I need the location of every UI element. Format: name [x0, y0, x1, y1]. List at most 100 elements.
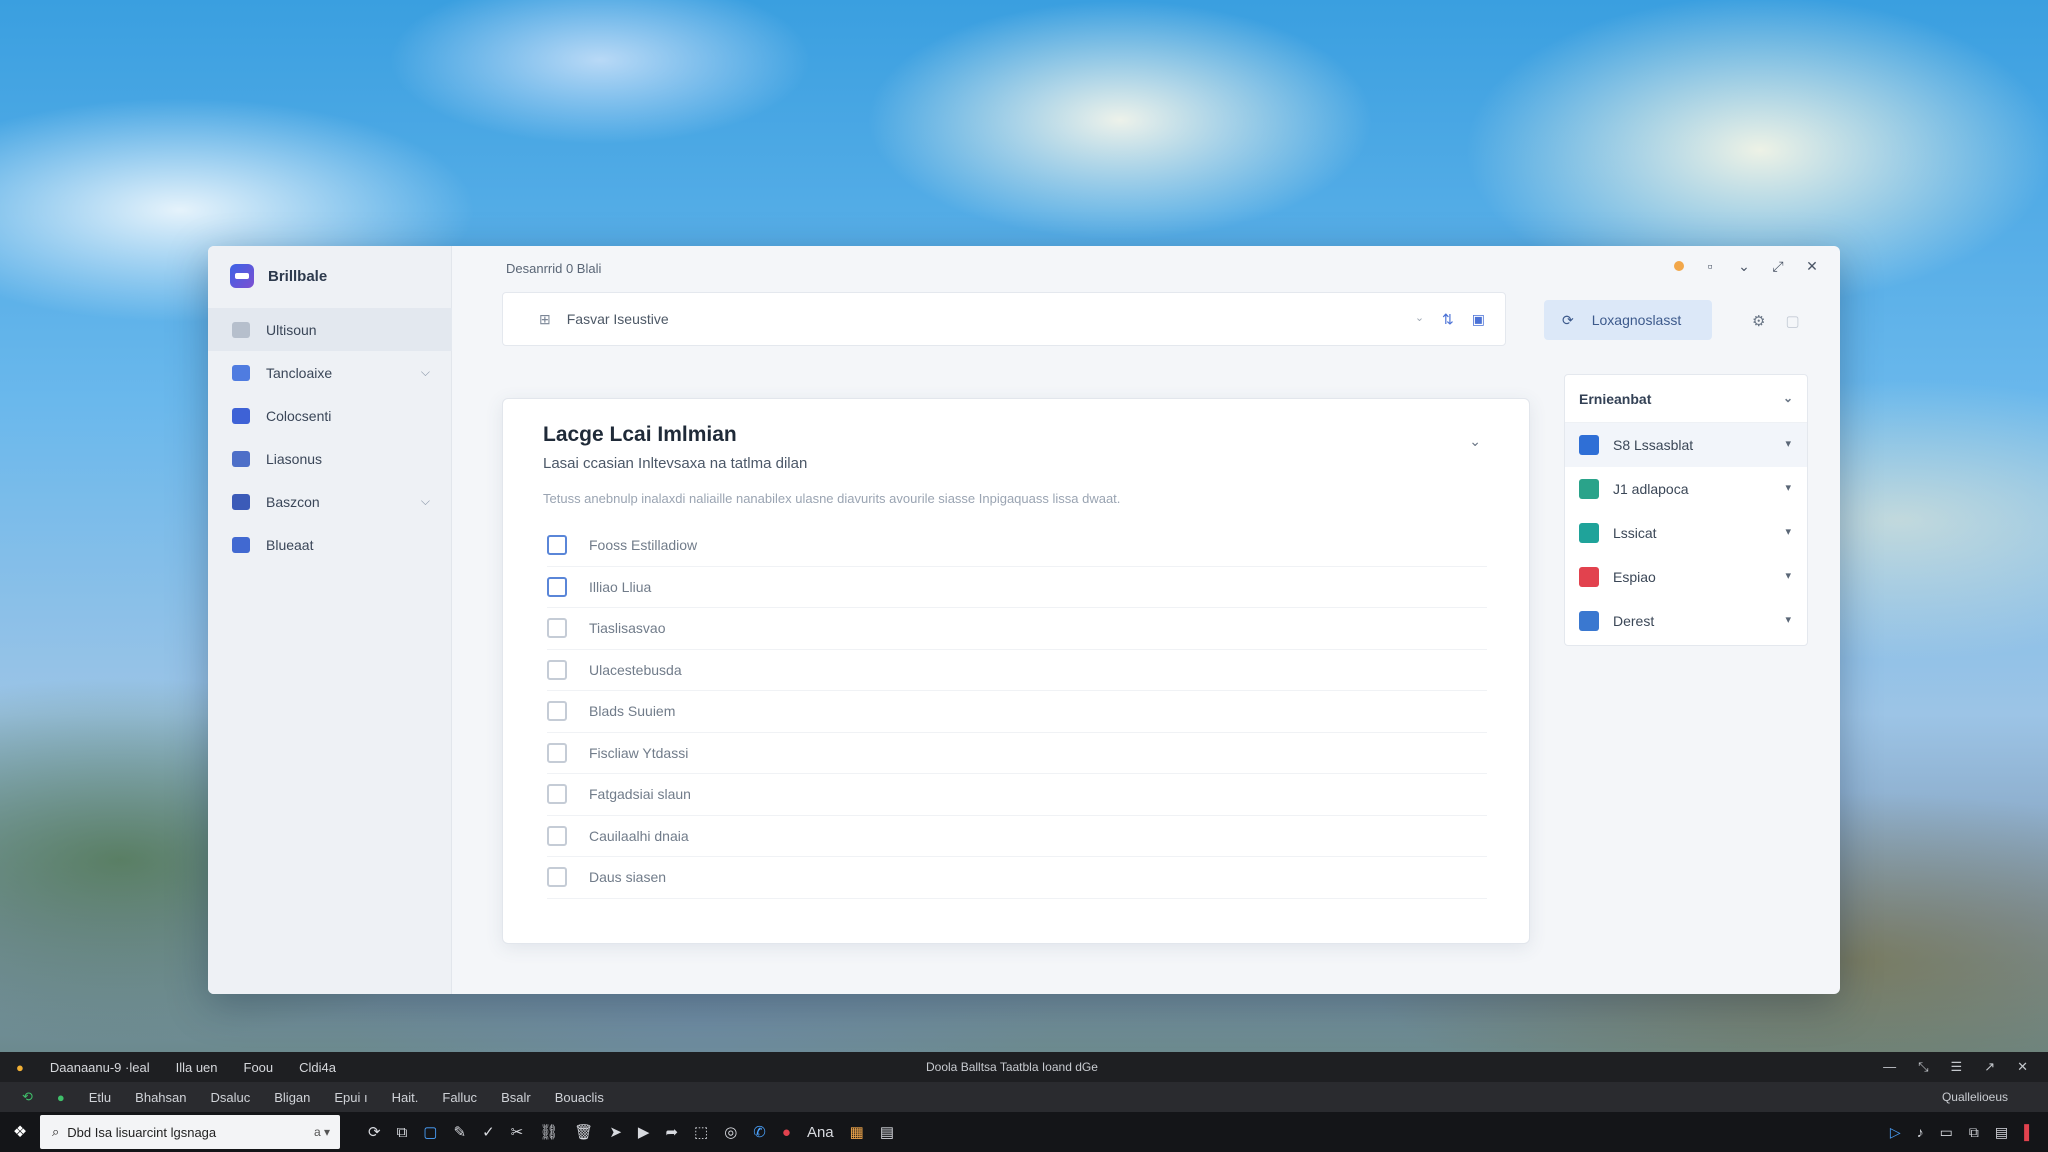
panel-item[interactable]: S8 Lssasblat ▾ — [1565, 423, 1807, 467]
window-icon[interactable]: ⧉ — [1969, 1124, 1979, 1141]
refresh-icon[interactable]: ⟳ — [368, 1123, 381, 1141]
arrow-icon[interactable]: ➦ — [665, 1123, 678, 1141]
checkbox[interactable] — [547, 701, 567, 722]
checkbox[interactable] — [547, 825, 567, 846]
sidebar-item[interactable]: Baszcon ⌵ — [208, 480, 452, 523]
check-icon[interactable]: ✓ — [482, 1123, 495, 1141]
toolbar-status[interactable]: Quallelioeus — [1942, 1090, 2008, 1104]
panel-header[interactable]: Ernieanbat ⌄ — [1565, 375, 1807, 423]
start-icon[interactable]: ❖ — [0, 1112, 40, 1152]
checkbox[interactable] — [547, 535, 567, 556]
sort-icon[interactable]: ⇅ — [1442, 311, 1454, 328]
chevron-down-icon[interactable]: ⌵ — [421, 365, 430, 380]
volume-icon[interactable]: ♪ — [1917, 1124, 1924, 1140]
bookmark-icon — [1579, 435, 1599, 455]
toolbar-menu-item[interactable]: Bligan — [274, 1090, 310, 1105]
menu-item-tools[interactable]: Foou — [244, 1060, 274, 1075]
settings-icon[interactable]: ⚙ — [1752, 312, 1765, 330]
sidebar-item-label: Baszcon — [266, 493, 320, 510]
chevron-down-icon[interactable]: ⌄ — [1415, 311, 1424, 328]
list-item: Fatgadsiai slaun — [547, 774, 1487, 816]
chevron-down-icon: ⌄ — [1782, 391, 1793, 405]
play-icon[interactable]: ▷ — [1890, 1124, 1901, 1141]
record-icon[interactable]: ● — [782, 1124, 791, 1141]
checklist-card: Lacge Lcai Imlmian Lasai ccasian Inltevs… — [502, 398, 1530, 944]
link-icon[interactable]: ⛓ — [539, 1123, 558, 1141]
panel-item-label: Derest — [1613, 613, 1655, 629]
resize-icon[interactable]: ⤡ — [1918, 1059, 1928, 1075]
app-icon[interactable]: ● — [16, 1060, 24, 1075]
cursor-icon[interactable]: ➤ — [609, 1123, 622, 1141]
window-controls: ▫ ⌄ ⤢ ✕ — [1674, 258, 1820, 274]
panel-item[interactable]: Lssicat ▾ — [1565, 511, 1807, 555]
toolbar-menu-item[interactable]: Falluc — [442, 1090, 477, 1105]
menu-item-view[interactable]: Illa uen — [176, 1060, 218, 1075]
close-icon[interactable]: ✕ — [1804, 258, 1820, 274]
taskbar-search[interactable]: ⌕ Dbd Isa lisuarcint lgsnaga a ▾ — [40, 1115, 340, 1149]
toolbar-menu-item[interactable]: Epui ı — [334, 1090, 367, 1105]
calendar-icon[interactable]: ▣ — [1472, 311, 1485, 328]
menu-icon[interactable]: ☰ — [1951, 1059, 1963, 1075]
checkbox[interactable] — [547, 659, 567, 680]
menu-item-help[interactable]: Cldi4a — [299, 1060, 336, 1075]
panel-item-label: Lssicat — [1613, 525, 1657, 541]
table-icon[interactable]: ▤ — [1995, 1124, 2008, 1141]
list-item: Illiao Lliua — [547, 567, 1487, 608]
toolbar-menu-item[interactable]: Bhahsan — [135, 1090, 186, 1105]
minimize-icon[interactable]: ⌄ — [1736, 258, 1752, 274]
panel-item[interactable]: Espiao ▾ — [1565, 555, 1807, 599]
sync-icon[interactable]: ⟲ — [22, 1089, 33, 1105]
toolbar-menu-item[interactable]: Bouaclis — [555, 1090, 604, 1105]
sidebar-item[interactable]: Liasonus — [208, 437, 452, 480]
collapse-icon[interactable]: ⌄ — [1469, 433, 1481, 450]
grid-icon[interactable]: ▦ — [850, 1123, 864, 1141]
chat-icon[interactable]: ✆ — [753, 1123, 766, 1141]
scissors-icon[interactable]: ✂ — [511, 1123, 524, 1141]
checkbox[interactable] — [547, 784, 567, 805]
brand[interactable]: Brillbale — [230, 264, 327, 288]
list-item: Cauilaalhi dnaia — [547, 816, 1487, 857]
search-bar[interactable]: ⊞ Fasvar Iseustive ⌄ ⇅ ▣ — [502, 292, 1506, 346]
panel-item[interactable]: J1 adlapoca ▾ — [1565, 467, 1807, 511]
lock-icon[interactable]: ⬚ — [694, 1123, 708, 1141]
toolbar-menu-item[interactable]: Etlu — [89, 1090, 111, 1105]
chevron-down-icon: ▾ — [1785, 526, 1791, 538]
primary-action-button[interactable]: ⟳ Loxagnoslasst — [1544, 300, 1712, 340]
play-icon[interactable]: ▶ — [638, 1123, 650, 1141]
pen-icon[interactable]: ✎ — [453, 1123, 466, 1141]
sidebar-item[interactable]: Colocsenti — [208, 394, 452, 437]
window-icon[interactable]: ⧉ — [397, 1124, 408, 1141]
taskbar-apps: ⟳ ⧉ ▢ ✎ ✓ ✂ ⛓ 🗑 ➤ ▶ ➦ ⬚ ◎ ✆ ● Ana ▦ ▤ — [340, 1123, 894, 1142]
sidebar-item[interactable]: Tancloaixe ⌵ — [208, 351, 452, 394]
close-icon[interactable]: ✕ — [2017, 1059, 2028, 1075]
globe-icon[interactable]: ◎ — [724, 1123, 737, 1141]
monitor-icon[interactable]: ▭ — [1940, 1124, 1953, 1141]
expand-icon[interactable]: ↗ — [1984, 1059, 1995, 1075]
checkbox[interactable] — [547, 618, 567, 639]
filter-icon: ⊞ — [539, 310, 551, 327]
sidebar-item[interactable]: Ultisoun — [208, 308, 452, 351]
checkbox[interactable] — [547, 742, 567, 763]
taskbar-app-label[interactable]: Ana — [807, 1124, 834, 1141]
panel-title: Ernieanbat — [1579, 390, 1652, 407]
more-icon[interactable]: ▢ — [1785, 312, 1799, 330]
notification-dot-icon[interactable] — [1674, 261, 1684, 271]
sidebar-item[interactable]: Blueaat — [208, 523, 452, 566]
checkbox[interactable] — [547, 867, 567, 888]
panel-item[interactable]: Derest ▾ — [1565, 599, 1807, 643]
minimize-icon[interactable]: — — [1883, 1059, 1896, 1075]
checkbox[interactable] — [547, 576, 567, 597]
menu-item-file[interactable]: Daanaanu-9 ·leal — [50, 1060, 150, 1075]
trash-icon[interactable]: 🗑 — [574, 1123, 593, 1141]
toolbar-menu-item[interactable]: Hait. — [392, 1090, 419, 1105]
toolbar-menu-item[interactable]: Bsalr — [501, 1090, 531, 1105]
chart-icon[interactable]: ▤ — [880, 1123, 894, 1141]
chevron-down-icon[interactable]: ⌵ — [421, 494, 430, 509]
panel-item-label: Espiao — [1613, 569, 1656, 585]
notification-icon[interactable]: ▌ — [2024, 1124, 2034, 1140]
maximize-icon[interactable]: ⤢ — [1770, 258, 1786, 274]
toolbar-menu-item[interactable]: Dsaluc — [211, 1090, 251, 1105]
person-icon — [1579, 479, 1599, 499]
select-icon[interactable]: ▢ — [423, 1123, 437, 1141]
restore-icon[interactable]: ▫ — [1702, 258, 1718, 274]
